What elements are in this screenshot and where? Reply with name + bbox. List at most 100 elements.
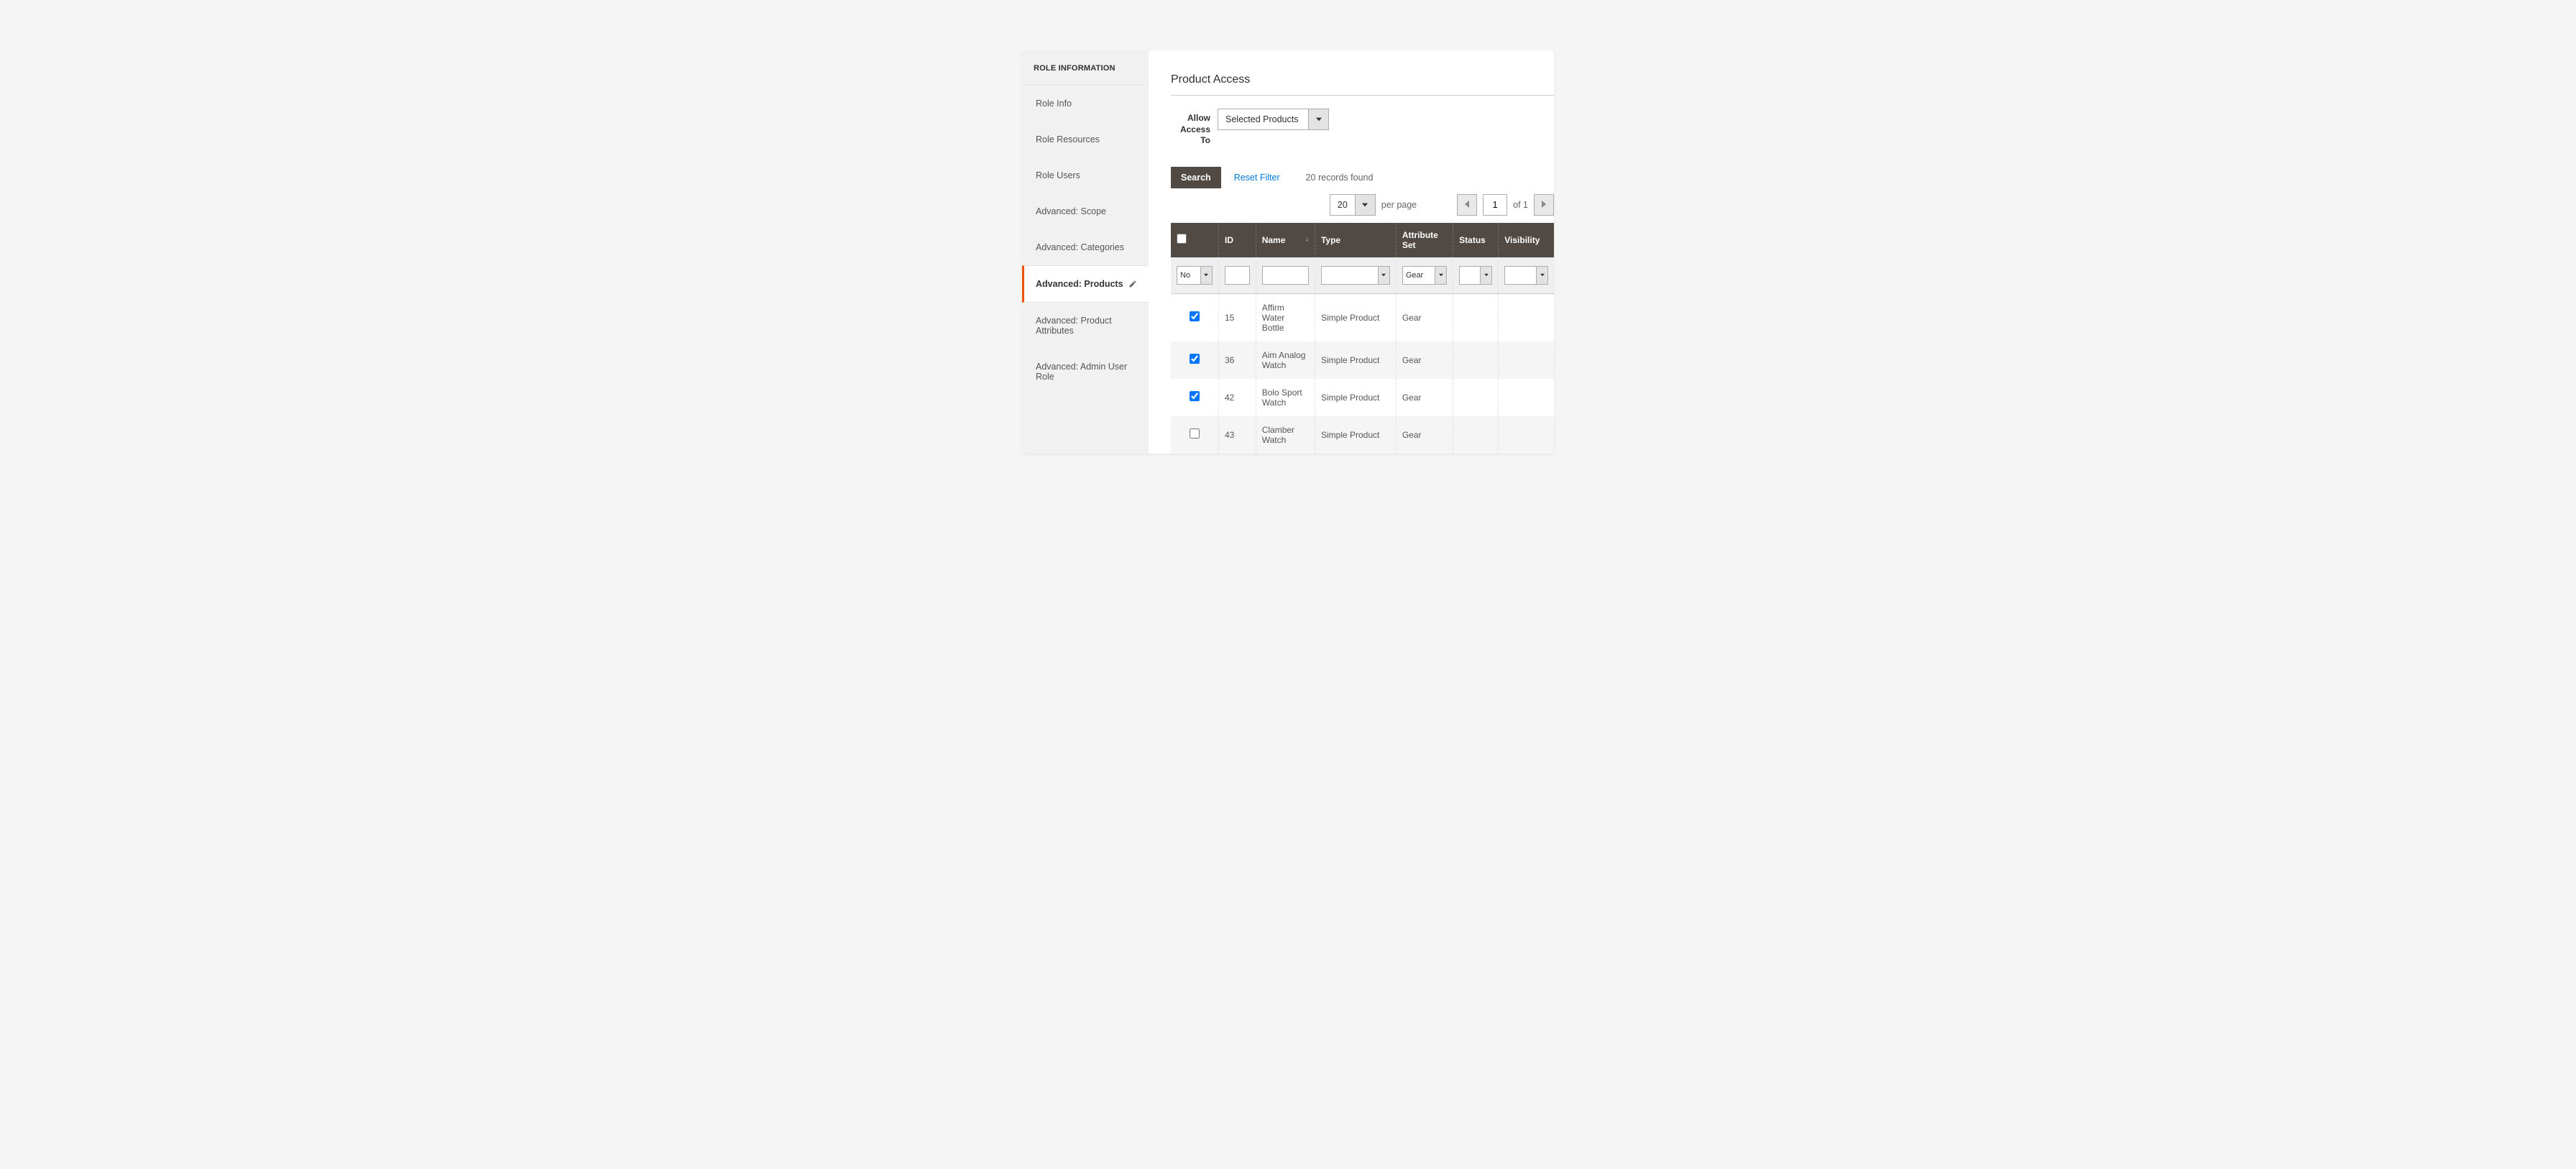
column-header-status[interactable]: Status — [1453, 223, 1499, 257]
chevron-down-icon — [1480, 267, 1491, 284]
column-header-attribute-set[interactable]: Attribute Set — [1396, 223, 1453, 257]
column-header-id[interactable]: ID — [1218, 223, 1256, 257]
cell-id: 43 — [1218, 416, 1256, 454]
table-row[interactable]: 42Bolo Sport WatchSimple ProductGear — [1171, 379, 1554, 416]
cell-status — [1453, 293, 1499, 341]
cell-type: Simple Product — [1315, 293, 1396, 341]
filter-status-select[interactable] — [1459, 266, 1492, 285]
sidebar-item-advanced-products[interactable]: Advanced: Products — [1022, 265, 1149, 303]
sidebar-item-role-users[interactable]: Role Users — [1022, 157, 1149, 193]
sidebar-item-label: Role Info — [1036, 98, 1072, 109]
cell-visibility — [1499, 416, 1554, 454]
allow-access-row: Allow Access To Selected Products — [1171, 109, 1554, 147]
table-row[interactable]: 36Aim Analog WatchSimple ProductGear — [1171, 341, 1554, 379]
cell-name: Aim Analog Watch — [1256, 341, 1315, 379]
filter-attribute-set-select[interactable]: Gear — [1402, 266, 1447, 285]
section-title: Product Access — [1171, 73, 1554, 96]
cell-name: Clamber Watch — [1256, 416, 1315, 454]
allow-access-label: Allow Access To — [1171, 109, 1218, 147]
row-checkbox[interactable] — [1190, 354, 1200, 364]
column-header-checkbox[interactable] — [1171, 223, 1218, 257]
sidebar-item-advanced-admin-user-role[interactable]: Advanced: Admin User Role — [1022, 349, 1149, 395]
cell-attribute-set: Gear — [1396, 341, 1453, 379]
filter-row: No Gear — [1171, 257, 1554, 294]
select-all-checkbox[interactable] — [1177, 234, 1187, 244]
cell-name: Affirm Water Bottle — [1256, 293, 1315, 341]
filter-check-value: No — [1177, 267, 1200, 284]
column-header-visibility[interactable]: Visibility — [1499, 223, 1554, 257]
reset-filter-link[interactable]: Reset Filter — [1234, 173, 1280, 183]
sidebar-header: ROLE INFORMATION — [1022, 50, 1149, 86]
chevron-down-icon — [1200, 267, 1212, 284]
filter-id-input[interactable] — [1225, 266, 1250, 285]
column-header-type[interactable]: Type — [1315, 223, 1396, 257]
sidebar-item-label: Advanced: Product Attributes — [1036, 316, 1137, 336]
cell-status — [1453, 341, 1499, 379]
sort-arrow-icon: ↓ — [1305, 235, 1309, 243]
sidebar-item-advanced-scope[interactable]: Advanced: Scope — [1022, 193, 1149, 229]
chevron-right-icon — [1541, 200, 1547, 210]
cell-visibility — [1499, 341, 1554, 379]
grid-toolbar: Search Reset Filter 20 records found — [1171, 167, 1554, 188]
pencil-icon — [1128, 280, 1137, 288]
filter-visibility-value — [1505, 267, 1536, 284]
chevron-down-icon — [1308, 109, 1328, 129]
cell-name: Bolo Sport Watch — [1256, 379, 1315, 416]
cell-attribute-set: Gear — [1396, 416, 1453, 454]
column-label: Name — [1262, 235, 1286, 245]
page-total-label: of 1 — [1513, 200, 1528, 210]
filter-name-input[interactable] — [1262, 266, 1309, 285]
filter-status-value — [1460, 267, 1480, 284]
sidebar: ROLE INFORMATION Role Info Role Resource… — [1022, 50, 1149, 454]
cell-status — [1453, 416, 1499, 454]
row-checkbox[interactable] — [1190, 311, 1200, 321]
table-row[interactable]: 15Affirm Water BottleSimple ProductGear — [1171, 293, 1554, 341]
allow-access-select[interactable]: Selected Products — [1218, 109, 1329, 130]
allow-access-value: Selected Products — [1218, 109, 1308, 129]
sidebar-item-advanced-product-attributes[interactable]: Advanced: Product Attributes — [1022, 303, 1149, 349]
content-area: Product Access Allow Access To Selected … — [1149, 50, 1554, 454]
cell-status — [1453, 379, 1499, 416]
search-button[interactable]: Search — [1171, 167, 1221, 188]
filter-check-select[interactable]: No — [1177, 266, 1213, 285]
filter-attribute-set-value: Gear — [1403, 267, 1435, 284]
filter-type-select[interactable] — [1321, 266, 1390, 285]
table-row[interactable]: 43Clamber WatchSimple ProductGear — [1171, 416, 1554, 454]
cell-type: Simple Product — [1315, 341, 1396, 379]
cell-visibility — [1499, 379, 1554, 416]
cell-id: 15 — [1218, 293, 1256, 341]
sidebar-item-label: Role Resources — [1036, 134, 1100, 145]
sidebar-item-role-resources[interactable]: Role Resources — [1022, 122, 1149, 157]
cell-id: 42 — [1218, 379, 1256, 416]
cell-type: Simple Product — [1315, 379, 1396, 416]
cell-attribute-set: Gear — [1396, 293, 1453, 341]
per-page-label: per page — [1381, 200, 1417, 210]
cell-visibility — [1499, 293, 1554, 341]
records-found-label: 20 records found — [1306, 173, 1374, 183]
chevron-down-icon — [1536, 267, 1547, 284]
page-input[interactable] — [1483, 194, 1507, 216]
chevron-left-icon — [1464, 200, 1470, 210]
sidebar-item-label: Advanced: Categories — [1036, 242, 1124, 252]
next-page-button[interactable] — [1534, 194, 1554, 216]
cell-type: Simple Product — [1315, 416, 1396, 454]
chevron-down-icon — [1435, 267, 1446, 284]
cell-attribute-set: Gear — [1396, 379, 1453, 416]
row-checkbox[interactable] — [1190, 428, 1200, 439]
chevron-down-icon — [1355, 195, 1375, 215]
filter-visibility-select[interactable] — [1504, 266, 1548, 285]
pager: 20 per page of 1 — [1171, 194, 1554, 216]
prev-page-button[interactable] — [1457, 194, 1477, 216]
row-checkbox[interactable] — [1190, 391, 1200, 401]
products-table: ID Name ↓ Type Attribute Set Status Visib… — [1171, 223, 1554, 454]
sidebar-item-role-info[interactable]: Role Info — [1022, 86, 1149, 122]
sidebar-item-label: Advanced: Scope — [1036, 206, 1106, 216]
sidebar-item-label: Role Users — [1036, 170, 1080, 180]
per-page-value: 20 — [1330, 195, 1355, 215]
per-page-select[interactable]: 20 — [1330, 194, 1376, 216]
sidebar-item-label: Advanced: Admin User Role — [1036, 362, 1137, 382]
chevron-down-icon — [1378, 267, 1389, 284]
sidebar-item-advanced-categories[interactable]: Advanced: Categories — [1022, 229, 1149, 265]
column-header-name[interactable]: Name ↓ — [1256, 223, 1315, 257]
sidebar-item-label: Advanced: Products — [1036, 279, 1123, 289]
